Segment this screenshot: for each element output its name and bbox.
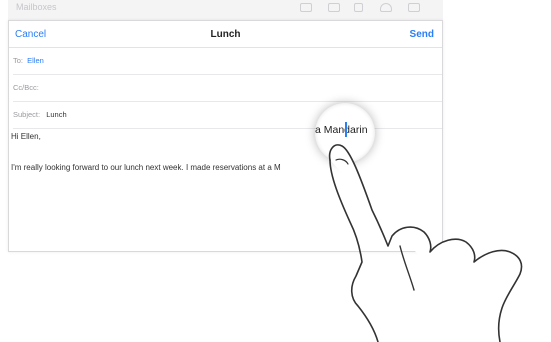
- screen: Mailboxes Cancel Lunch Send To: Ellen Cc…: [0, 0, 551, 342]
- hand-gesture-illustration: [328, 144, 523, 342]
